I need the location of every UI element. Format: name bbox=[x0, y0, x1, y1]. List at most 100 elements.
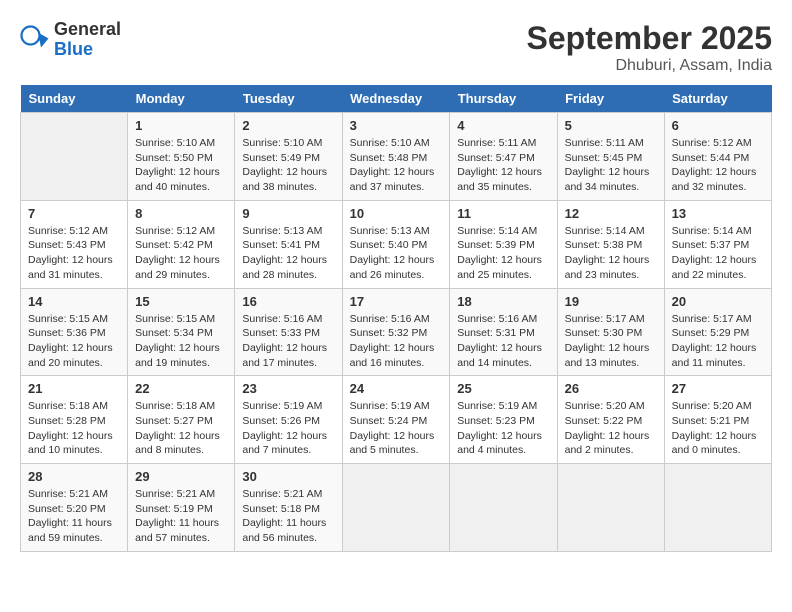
day-info: Sunrise: 5:12 AM Sunset: 5:43 PM Dayligh… bbox=[28, 224, 120, 283]
day-number: 8 bbox=[135, 206, 227, 221]
day-number: 21 bbox=[28, 381, 120, 396]
calendar-cell: 25 Sunrise: 5:19 AM Sunset: 5:23 PM Dayli… bbox=[450, 376, 557, 464]
day-info: Sunrise: 5:11 AM Sunset: 5:47 PM Dayligh… bbox=[457, 136, 549, 195]
calendar-cell bbox=[557, 464, 664, 552]
calendar-cell: 30Sunrise: 5:21 AM Sunset: 5:18 PM Dayli… bbox=[235, 464, 342, 552]
day-info: Sunrise: 5:19 AM Sunset: 5:24 PM Dayligh… bbox=[350, 399, 443, 458]
day-info: Sunrise: 5:13 AM Sunset: 5:40 PM Dayligh… bbox=[350, 224, 443, 283]
day-info: Sunrise: 5:10 AM Sunset: 5:50 PM Dayligh… bbox=[135, 136, 227, 195]
day-info: Sunrise: 5:14 AM Sunset: 5:39 PM Dayligh… bbox=[457, 224, 549, 283]
day-info: Sunrise: 5:15 AM Sunset: 5:34 PM Dayligh… bbox=[135, 312, 227, 371]
calendar-cell: 9 Sunrise: 5:13 AM Sunset: 5:41 PM Daylig… bbox=[235, 200, 342, 288]
day-number: 16 bbox=[242, 294, 334, 309]
calendar-cell: 22 Sunrise: 5:18 AM Sunset: 5:27 PM Dayli… bbox=[128, 376, 235, 464]
day-number: 20 bbox=[672, 294, 764, 309]
calendar-cell: 3 Sunrise: 5:10 AM Sunset: 5:48 PM Daylig… bbox=[342, 113, 450, 201]
day-number: 6 bbox=[672, 118, 764, 133]
calendar-table: SundayMondayTuesdayWednesdayThursdayFrid… bbox=[20, 85, 772, 552]
day-number: 10 bbox=[350, 206, 443, 221]
day-number: 9 bbox=[242, 206, 334, 221]
calendar-cell: 13Sunrise: 5:14 AM Sunset: 5:37 PM Dayli… bbox=[664, 200, 771, 288]
calendar-week-row: 1 Sunrise: 5:10 AM Sunset: 5:50 PM Daylig… bbox=[21, 113, 772, 201]
day-number: 4 bbox=[457, 118, 549, 133]
day-number: 25 bbox=[457, 381, 549, 396]
day-info: Sunrise: 5:20 AM Sunset: 5:21 PM Dayligh… bbox=[672, 399, 764, 458]
day-number: 22 bbox=[135, 381, 227, 396]
day-info: Sunrise: 5:10 AM Sunset: 5:48 PM Dayligh… bbox=[350, 136, 443, 195]
weekday-header: Friday bbox=[557, 85, 664, 113]
calendar-cell: 11 Sunrise: 5:14 AM Sunset: 5:39 PM Dayli… bbox=[450, 200, 557, 288]
calendar-header-row: SundayMondayTuesdayWednesdayThursdayFrid… bbox=[21, 85, 772, 113]
calendar-cell: 16 Sunrise: 5:16 AM Sunset: 5:33 PM Dayli… bbox=[235, 288, 342, 376]
calendar-week-row: 7Sunrise: 5:12 AM Sunset: 5:43 PM Daylig… bbox=[21, 200, 772, 288]
calendar-cell bbox=[664, 464, 771, 552]
day-info: Sunrise: 5:12 AM Sunset: 5:42 PM Dayligh… bbox=[135, 224, 227, 283]
calendar-cell: 19 Sunrise: 5:17 AM Sunset: 5:30 PM Dayli… bbox=[557, 288, 664, 376]
day-info: Sunrise: 5:20 AM Sunset: 5:22 PM Dayligh… bbox=[565, 399, 657, 458]
calendar-cell: 12 Sunrise: 5:14 AM Sunset: 5:38 PM Dayli… bbox=[557, 200, 664, 288]
day-info: Sunrise: 5:17 AM Sunset: 5:29 PM Dayligh… bbox=[672, 312, 764, 371]
calendar-week-row: 14Sunrise: 5:15 AM Sunset: 5:36 PM Dayli… bbox=[21, 288, 772, 376]
calendar-cell: 2 Sunrise: 5:10 AM Sunset: 5:49 PM Daylig… bbox=[235, 113, 342, 201]
calendar-cell: 6 Sunrise: 5:12 AM Sunset: 5:44 PM Daylig… bbox=[664, 113, 771, 201]
day-number: 26 bbox=[565, 381, 657, 396]
day-info: Sunrise: 5:21 AM Sunset: 5:19 PM Dayligh… bbox=[135, 487, 227, 546]
location: Dhuburi, Assam, India bbox=[527, 57, 772, 75]
calendar-body: 1 Sunrise: 5:10 AM Sunset: 5:50 PM Daylig… bbox=[21, 113, 772, 552]
calendar-cell: 10 Sunrise: 5:13 AM Sunset: 5:40 PM Dayli… bbox=[342, 200, 450, 288]
day-number: 23 bbox=[242, 381, 334, 396]
calendar-cell: 5 Sunrise: 5:11 AM Sunset: 5:45 PM Daylig… bbox=[557, 113, 664, 201]
calendar-cell: 18Sunrise: 5:16 AM Sunset: 5:31 PM Dayli… bbox=[450, 288, 557, 376]
month-title: September 2025 bbox=[527, 20, 772, 57]
calendar-cell bbox=[21, 113, 128, 201]
day-info: Sunrise: 5:17 AM Sunset: 5:30 PM Dayligh… bbox=[565, 312, 657, 371]
day-info: Sunrise: 5:16 AM Sunset: 5:31 PM Dayligh… bbox=[457, 312, 549, 371]
calendar-cell: 23Sunrise: 5:19 AM Sunset: 5:26 PM Dayli… bbox=[235, 376, 342, 464]
calendar-cell: 8 Sunrise: 5:12 AM Sunset: 5:42 PM Daylig… bbox=[128, 200, 235, 288]
day-number: 14 bbox=[28, 294, 120, 309]
calendar-cell: 14Sunrise: 5:15 AM Sunset: 5:36 PM Dayli… bbox=[21, 288, 128, 376]
day-number: 27 bbox=[672, 381, 764, 396]
weekday-header: Thursday bbox=[450, 85, 557, 113]
calendar-cell: 26 Sunrise: 5:20 AM Sunset: 5:22 PM Dayli… bbox=[557, 376, 664, 464]
day-info: Sunrise: 5:19 AM Sunset: 5:23 PM Dayligh… bbox=[457, 399, 549, 458]
title-block: September 2025 Dhuburi, Assam, India bbox=[527, 20, 772, 75]
day-info: Sunrise: 5:18 AM Sunset: 5:27 PM Dayligh… bbox=[135, 399, 227, 458]
day-number: 12 bbox=[565, 206, 657, 221]
day-number: 24 bbox=[350, 381, 443, 396]
day-info: Sunrise: 5:16 AM Sunset: 5:33 PM Dayligh… bbox=[242, 312, 334, 371]
day-info: Sunrise: 5:11 AM Sunset: 5:45 PM Dayligh… bbox=[565, 136, 657, 195]
day-info: Sunrise: 5:14 AM Sunset: 5:38 PM Dayligh… bbox=[565, 224, 657, 283]
weekday-header: Saturday bbox=[664, 85, 771, 113]
day-number: 19 bbox=[565, 294, 657, 309]
calendar-cell bbox=[342, 464, 450, 552]
calendar-cell: 17Sunrise: 5:16 AM Sunset: 5:32 PM Dayli… bbox=[342, 288, 450, 376]
calendar-cell bbox=[450, 464, 557, 552]
calendar-cell: 28Sunrise: 5:21 AM Sunset: 5:20 PM Dayli… bbox=[21, 464, 128, 552]
weekday-header: Wednesday bbox=[342, 85, 450, 113]
day-number: 1 bbox=[135, 118, 227, 133]
day-info: Sunrise: 5:16 AM Sunset: 5:32 PM Dayligh… bbox=[350, 312, 443, 371]
day-info: Sunrise: 5:21 AM Sunset: 5:18 PM Dayligh… bbox=[242, 487, 334, 546]
day-info: Sunrise: 5:12 AM Sunset: 5:44 PM Dayligh… bbox=[672, 136, 764, 195]
day-info: Sunrise: 5:14 AM Sunset: 5:37 PM Dayligh… bbox=[672, 224, 764, 283]
calendar-cell: 24 Sunrise: 5:19 AM Sunset: 5:24 PM Dayli… bbox=[342, 376, 450, 464]
calendar-week-row: 28Sunrise: 5:21 AM Sunset: 5:20 PM Dayli… bbox=[21, 464, 772, 552]
calendar-cell: 1 Sunrise: 5:10 AM Sunset: 5:50 PM Daylig… bbox=[128, 113, 235, 201]
day-info: Sunrise: 5:10 AM Sunset: 5:49 PM Dayligh… bbox=[242, 136, 334, 195]
day-number: 2 bbox=[242, 118, 334, 133]
day-number: 5 bbox=[565, 118, 657, 133]
calendar-week-row: 21Sunrise: 5:18 AM Sunset: 5:28 PM Dayli… bbox=[21, 376, 772, 464]
day-number: 15 bbox=[135, 294, 227, 309]
day-number: 11 bbox=[457, 206, 549, 221]
day-number: 3 bbox=[350, 118, 443, 133]
day-info: Sunrise: 5:13 AM Sunset: 5:41 PM Dayligh… bbox=[242, 224, 334, 283]
page-header: General Blue September 2025 Dhuburi, Ass… bbox=[20, 20, 772, 75]
calendar-cell: 15 Sunrise: 5:15 AM Sunset: 5:34 PM Dayli… bbox=[128, 288, 235, 376]
logo: General Blue bbox=[20, 20, 121, 60]
calendar-cell: 7Sunrise: 5:12 AM Sunset: 5:43 PM Daylig… bbox=[21, 200, 128, 288]
calendar-cell: 20 Sunrise: 5:17 AM Sunset: 5:29 PM Dayli… bbox=[664, 288, 771, 376]
day-number: 28 bbox=[28, 469, 120, 484]
logo-icon bbox=[20, 25, 50, 55]
calendar-cell: 4 Sunrise: 5:11 AM Sunset: 5:47 PM Daylig… bbox=[450, 113, 557, 201]
